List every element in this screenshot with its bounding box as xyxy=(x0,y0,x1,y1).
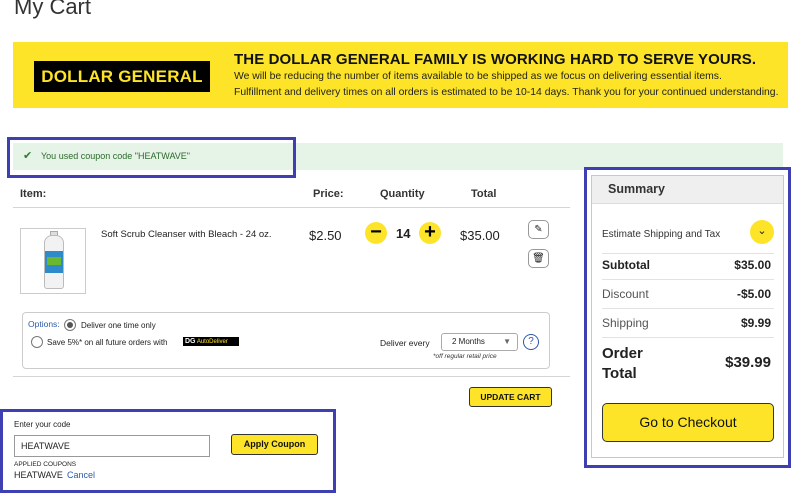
deliver-frequency-value: 2 Months xyxy=(452,337,485,346)
product-name[interactable]: Soft Scrub Cleanser with Bleach - 24 oz. xyxy=(101,229,272,240)
header-price: Price: xyxy=(313,188,344,200)
dg-badge-suffix: AutoDeliver xyxy=(196,339,228,345)
banner-line-1: We will be reducing the number of items … xyxy=(234,71,722,82)
increase-quantity-button[interactable]: + xyxy=(419,222,441,244)
banner-headline: THE DOLLAR GENERAL FAMILY IS WORKING HAR… xyxy=(234,51,757,68)
highlight-box-coupon-message xyxy=(7,137,296,178)
delivery-options: Options: Deliver one time only Save 5%* … xyxy=(22,312,550,369)
radio-deliver-once[interactable] xyxy=(64,319,76,331)
trash-icon[interactable]: 🗑 xyxy=(528,249,549,268)
header-quantity: Quantity xyxy=(380,188,425,200)
line-total: $35.00 xyxy=(460,228,500,243)
help-icon[interactable]: ? xyxy=(523,334,539,350)
quantity-value: 14 xyxy=(396,226,411,241)
product-image[interactable] xyxy=(20,228,86,294)
dg-badge-text: DG xyxy=(185,338,196,345)
header-total: Total xyxy=(471,188,497,200)
options-label: Options: xyxy=(28,319,60,329)
dollar-general-logo: DOLLAR GENERAL xyxy=(34,61,210,92)
divider xyxy=(13,207,570,208)
disclaimer-text: *off regular retail price xyxy=(433,353,497,360)
banner-line-2: Fulfillment and delivery times on all or… xyxy=(234,87,779,98)
radio-autodeliver[interactable] xyxy=(31,336,43,348)
chevron-down-icon: ▼ xyxy=(503,337,511,346)
deliver-once-label: Deliver one time only xyxy=(81,321,156,330)
divider xyxy=(13,376,570,377)
dg-autodeliver-badge: DG AutoDeliver xyxy=(183,337,239,346)
page-title: My Cart xyxy=(14,0,91,19)
header-item: Item: xyxy=(20,188,47,200)
decrease-quantity-button[interactable]: − xyxy=(365,222,387,244)
edit-pencil-icon[interactable]: ✎ xyxy=(528,220,549,239)
highlight-box-coupon-entry xyxy=(0,409,336,493)
update-cart-button[interactable]: UPDATE CART xyxy=(469,387,552,407)
product-price: $2.50 xyxy=(309,228,342,243)
bottle-label-accent xyxy=(47,257,61,265)
deliver-frequency-select[interactable]: 2 Months ▼ xyxy=(441,333,518,351)
announcement-banner: DOLLAR GENERAL THE DOLLAR GENERAL FAMILY… xyxy=(13,42,788,108)
autodeliver-label: Save 5%* on all future orders with xyxy=(47,338,168,347)
deliver-every-label: Deliver every xyxy=(380,338,430,348)
highlight-box-summary xyxy=(584,167,791,468)
